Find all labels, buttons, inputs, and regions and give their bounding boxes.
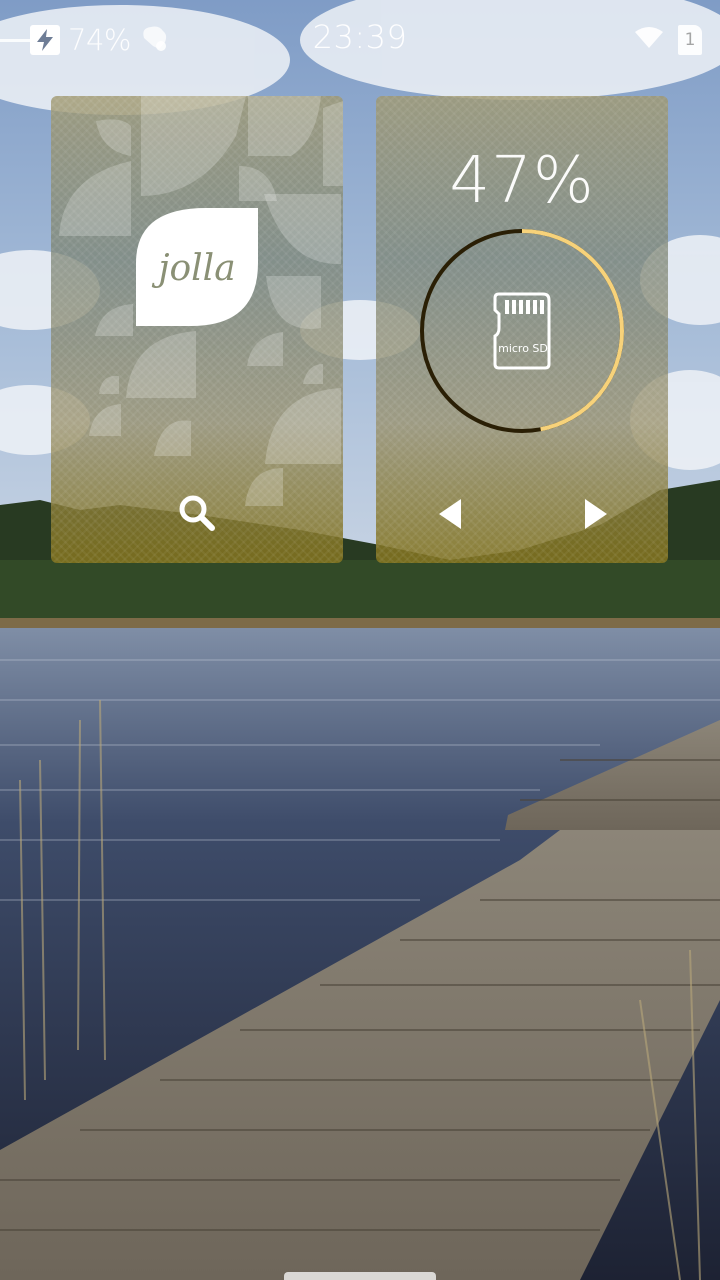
home-indicator[interactable]	[284, 1272, 436, 1280]
microsd-icon: micro SD	[493, 292, 551, 370]
next-button[interactable]	[576, 492, 616, 536]
search-button[interactable]	[175, 491, 219, 535]
jolla-logo: jolla	[136, 208, 258, 326]
sim-card-icon: 1	[678, 25, 702, 55]
clock: 23:39	[312, 18, 408, 56]
jolla-logo-text: jolla	[151, 248, 235, 289]
sim-slot-number: 1	[684, 30, 696, 50]
battery-percentage: 74%	[68, 23, 131, 57]
search-icon	[179, 495, 215, 531]
charging-icon	[30, 25, 60, 55]
prev-icon	[439, 499, 461, 529]
status-bar-right: 1	[634, 22, 702, 58]
storage-app-cover[interactable]: 47% micro SD	[376, 96, 668, 563]
wifi-icon	[634, 26, 664, 54]
charger-cable-icon	[0, 38, 30, 42]
next-icon	[585, 499, 607, 529]
storage-usage-percent: 47%	[449, 144, 595, 218]
jolla-app-cover[interactable]: jolla	[51, 96, 343, 563]
microsd-label: micro SD	[498, 342, 548, 355]
previous-button[interactable]	[430, 492, 470, 536]
status-bar-left: 74%	[0, 22, 169, 58]
status-bar: 74% 23:39 1	[0, 0, 720, 80]
notification-icon	[139, 24, 169, 56]
